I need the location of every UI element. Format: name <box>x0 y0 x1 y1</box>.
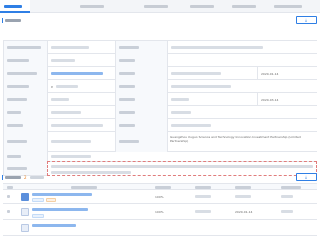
avatar <box>21 224 29 232</box>
field-value <box>47 119 115 132</box>
field-value <box>47 132 115 152</box>
shareholders-tip <box>30 176 44 179</box>
table-row <box>3 106 317 119</box>
tab-bar <box>0 0 320 13</box>
field-label <box>115 54 167 67</box>
tag <box>46 198 56 202</box>
shareholder-row[interactable]: 100% 2020-01-14 <box>3 204 317 220</box>
table-row: 2020-01-14 <box>3 67 317 80</box>
shareholder-row[interactable] <box>3 220 317 236</box>
field-value <box>47 54 115 67</box>
download-icon: ⤓ <box>305 174 307 179</box>
shareholders-title <box>5 176 21 179</box>
table-row: 2020-03-14 <box>3 93 317 106</box>
basic-info-header: ⤓ <box>0 15 320 26</box>
shareholders-header: 2 ⤓ <box>0 172 320 183</box>
basic-info-title <box>5 19 21 22</box>
field-label <box>3 67 47 80</box>
field-label <box>115 80 167 93</box>
field-label <box>3 54 47 67</box>
field-label <box>115 132 167 152</box>
tab-5[interactable] <box>228 0 264 13</box>
field-value: 2020-01-14 <box>257 67 317 80</box>
tab-3[interactable] <box>140 0 176 13</box>
field-value <box>47 93 115 106</box>
field-label <box>3 41 47 54</box>
field-label <box>115 106 167 119</box>
field-value <box>47 106 115 119</box>
table-header-row <box>3 183 317 190</box>
field-label <box>3 132 47 152</box>
field-value: 2020-03-14 <box>257 93 317 106</box>
field-value <box>167 80 317 93</box>
field-label <box>115 93 167 106</box>
field-value <box>167 54 317 67</box>
download-icon: ⤓ <box>305 17 307 22</box>
field-value <box>167 67 257 80</box>
field-value <box>167 93 257 106</box>
field-value: ¥ <box>47 80 115 93</box>
avatar <box>21 208 29 216</box>
shareholders-count: 2 <box>24 175 27 180</box>
tab-2[interactable] <box>76 0 112 13</box>
export-button[interactable]: ⤓ <box>296 16 317 24</box>
export-button-shareholders[interactable]: ⤓ <box>296 173 317 181</box>
field-value <box>167 41 317 54</box>
tag <box>32 214 44 218</box>
tab-6[interactable] <box>270 0 310 13</box>
table-row <box>3 119 317 132</box>
avatar <box>21 193 29 201</box>
tab-basic-info[interactable] <box>0 0 30 13</box>
shareholder-row[interactable]: 100% <box>3 190 317 204</box>
english-name-value: Guangzhou Xuguo Science and Technology I… <box>167 132 317 152</box>
field-label <box>3 80 47 93</box>
table-row <box>3 41 317 54</box>
field-label <box>3 119 47 132</box>
field-label <box>115 67 167 80</box>
field-label <box>3 106 47 119</box>
table-row: ¥ <box>3 80 317 93</box>
tag <box>32 198 44 202</box>
tab-4[interactable] <box>186 0 222 13</box>
field-value <box>167 119 317 132</box>
basic-info-table: 2020-01-14 ¥ 2020-03-14 Guangzhou Xuguo … <box>3 40 317 167</box>
field-value <box>167 106 317 119</box>
field-label <box>115 119 167 132</box>
field-label <box>3 93 47 106</box>
field-label <box>115 41 167 54</box>
field-value <box>47 67 115 80</box>
table-row: Guangzhou Xuguo Science and Technology I… <box>3 132 317 152</box>
table-row <box>3 54 317 67</box>
section-accent-bar <box>2 175 3 180</box>
section-accent-bar <box>2 18 3 23</box>
field-value <box>47 41 115 54</box>
